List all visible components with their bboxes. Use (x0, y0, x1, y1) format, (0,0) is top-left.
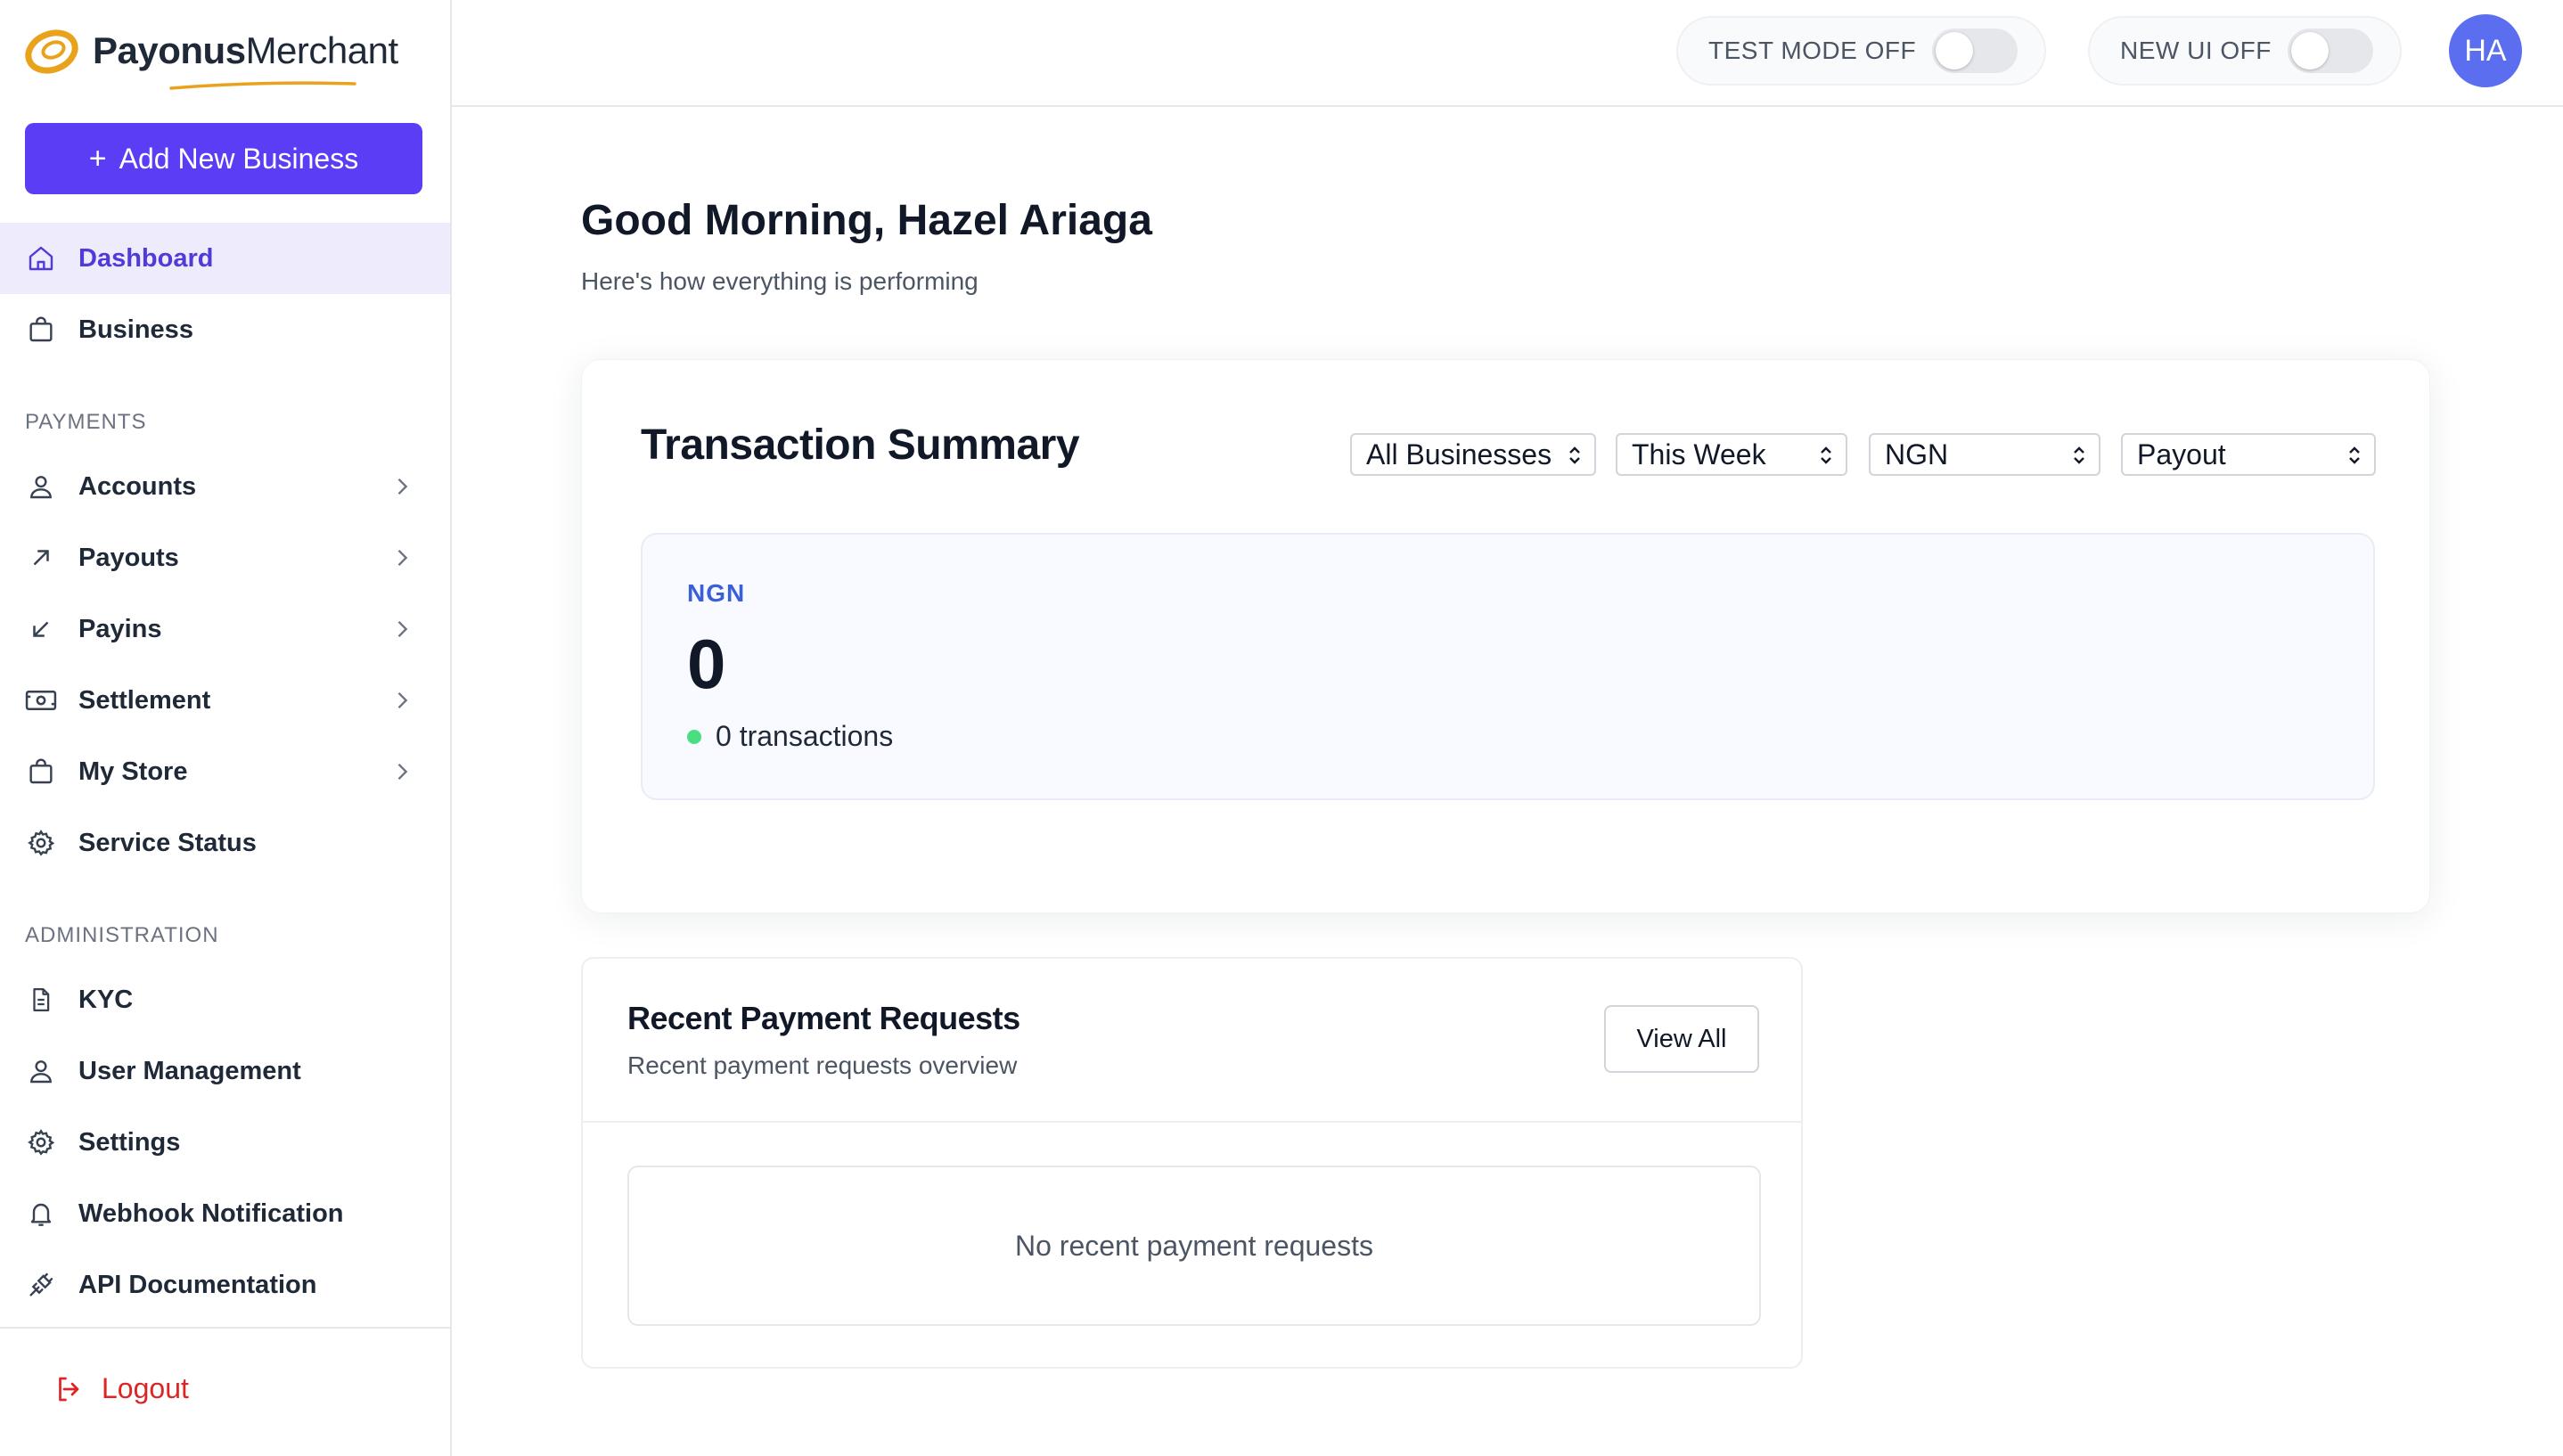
brand-name: PayonusMerchant (93, 29, 398, 72)
sidebar-item-payins[interactable]: Payins (0, 593, 450, 665)
select-arrows-icon (1569, 446, 1580, 464)
bag-icon (25, 314, 57, 346)
type-filter-select[interactable]: Payout (2121, 433, 2376, 476)
chevron-right-icon (397, 621, 408, 637)
new-ui-switch[interactable] (2287, 29, 2373, 73)
payonus-logo-icon (25, 29, 78, 74)
user-icon (25, 470, 57, 503)
sidebar-item-settings[interactable]: Settings (0, 1107, 450, 1178)
home-icon (25, 242, 57, 274)
sidebar-item-business[interactable]: Business (0, 294, 450, 365)
sidebar-item-accounts[interactable]: Accounts (0, 451, 450, 522)
sidebar-item-label: API Documentation (78, 1270, 317, 1299)
recent-payment-requests-title: Recent Payment Requests (627, 1000, 1020, 1036)
cash-icon (25, 684, 57, 716)
logout-label: Logout (102, 1372, 189, 1404)
recent-payment-requests-header: Recent Payment Requests Recent payment r… (583, 959, 1801, 1123)
transaction-count: 0 transactions (687, 720, 893, 753)
add-new-business-label: Add New Business (119, 142, 359, 175)
test-mode-switch[interactable] (1932, 29, 2018, 73)
sidebar-item-label: Business (78, 315, 193, 344)
sidebar-item-label: User Management (78, 1056, 301, 1085)
top-bar: TEST MODE OFF NEW UI OFF (452, 0, 2563, 107)
chevron-right-icon (397, 479, 408, 495)
arrow-up-right-icon (25, 542, 57, 574)
plug-icon (25, 1269, 57, 1301)
empty-state: No recent payment requests (627, 1166, 1761, 1326)
total-amount: 0 (687, 625, 726, 703)
sidebar-item-kyc[interactable]: KYC (0, 964, 450, 1035)
sidebar-item-label: Settlement (78, 685, 211, 715)
sidebar-item-payouts[interactable]: Payouts (0, 522, 450, 593)
sidebar-item-label: Settings (78, 1127, 181, 1157)
transaction-summary-title: Transaction Summary (641, 421, 1080, 469)
new-ui-label: NEW UI OFF (2120, 37, 2272, 64)
sidebar-item-label: My Store (78, 757, 188, 786)
new-ui-toggle[interactable]: NEW UI OFF (2088, 16, 2402, 86)
switch-knob (1936, 32, 1974, 70)
type-filter-value: Payout (2137, 438, 2226, 470)
brand-name-bold: Payonus (93, 29, 246, 71)
sidebar-item-user-management[interactable]: User Management (0, 1035, 450, 1107)
currency-filter-select[interactable]: NGN (1869, 433, 2100, 476)
sidebar-item-api-documentation[interactable]: API Documentation (0, 1249, 450, 1321)
bell-icon (25, 1198, 57, 1230)
sidebar-item-settlement[interactable]: Settlement (0, 665, 450, 736)
brand-logo[interactable]: PayonusMerchant (23, 20, 398, 90)
logout-button[interactable]: Logout (53, 1372, 189, 1405)
status-dot-icon (687, 729, 701, 744)
chevron-right-icon (397, 764, 408, 780)
switch-knob (2290, 32, 2329, 70)
sidebar-item-my-store[interactable]: My Store (0, 736, 450, 807)
document-icon (25, 984, 57, 1016)
period-filter-select[interactable]: This Week (1616, 433, 1847, 476)
gear-icon (25, 827, 57, 859)
select-arrows-icon (1821, 446, 1831, 464)
sidebar-item-label: Payouts (78, 543, 179, 572)
chevron-right-icon (397, 692, 408, 708)
greeting-title: Good Morning, Hazel Ariaga (581, 197, 1152, 244)
logout-icon (59, 1377, 79, 1401)
recent-payment-requests-card: Recent Payment Requests Recent payment r… (581, 957, 1803, 1369)
sidebar-item-dashboard[interactable]: Dashboard (0, 223, 450, 294)
add-new-business-button[interactable]: + Add New Business (25, 123, 422, 194)
sidebar-item-label: Webhook Notification (78, 1198, 344, 1228)
currency-amount-panel: NGN 0 0 transactions (641, 533, 2375, 800)
greeting-subtitle: Here's how everything is performing (581, 267, 979, 295)
sidebar-item-webhook-notification[interactable]: Webhook Notification (0, 1178, 450, 1249)
sidebar-item-label: Service Status (78, 828, 257, 857)
plus-icon: + (88, 141, 107, 176)
gear-icon (25, 1126, 57, 1158)
section-label-administration: ADMINISTRATION (25, 923, 219, 947)
view-all-button[interactable]: View All (1604, 1005, 1759, 1073)
currency-filter-value: NGN (1885, 438, 1949, 470)
test-mode-toggle[interactable]: TEST MODE OFF (1676, 16, 2047, 86)
transaction-summary-card: Transaction Summary All Businesses This … (581, 359, 2430, 913)
chevron-right-icon (397, 550, 408, 566)
sidebar-divider (0, 1327, 450, 1329)
sidebar-item-label: KYC (78, 985, 134, 1014)
sidebar-item-label: Accounts (78, 471, 197, 501)
user-icon (25, 1055, 57, 1087)
business-filter-select[interactable]: All Businesses (1350, 433, 1596, 476)
select-arrows-icon (2349, 446, 2360, 464)
sidebar-item-service-status[interactable]: Service Status (0, 807, 450, 879)
brand-name-regular: Merchant (245, 29, 399, 71)
section-label-payments: PAYMENTS (25, 410, 147, 434)
transaction-count-label: 0 transactions (716, 720, 894, 752)
recent-payment-requests-subtitle: Recent payment requests overview (627, 1051, 1018, 1079)
test-mode-label: TEST MODE OFF (1708, 37, 1917, 64)
arrow-down-left-icon (25, 613, 57, 645)
currency-label: NGN (687, 579, 746, 607)
sidebar-item-label: Payins (78, 614, 162, 643)
select-arrows-icon (2074, 446, 2084, 464)
user-avatar[interactable]: HA (2449, 14, 2522, 87)
bag-icon (25, 756, 57, 788)
logo-swoosh-icon (169, 81, 356, 90)
sidebar: PayonusMerchant + Add New Business Dashb… (0, 0, 452, 1456)
period-filter-value: This Week (1632, 438, 1766, 470)
business-filter-value: All Businesses (1366, 438, 1552, 470)
sidebar-item-label: Dashboard (78, 243, 214, 273)
